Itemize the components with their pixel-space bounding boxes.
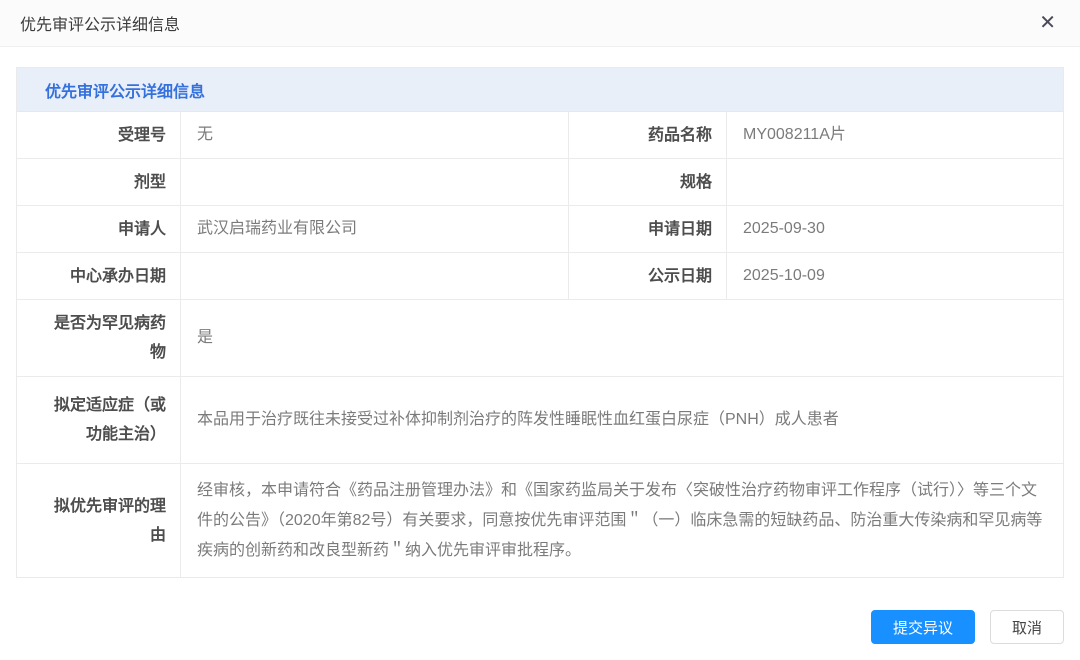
field-value-specification — [727, 159, 1063, 205]
cancel-button[interactable]: 取消 — [990, 610, 1064, 644]
field-label-dosage-form: 剂型 — [17, 159, 181, 205]
table-row: 剂型 规格 — [17, 159, 1063, 206]
field-value-apply-date: 2025-09-30 — [727, 206, 1063, 252]
field-value-reason: 经审核，本申请符合《药品注册管理办法》和《国家药监局关于发布〈突破性治疗药物审评… — [181, 464, 1063, 577]
table-row: 申请人 武汉启瑞药业有限公司 申请日期 2025-09-30 — [17, 206, 1063, 253]
dialog-title: 优先审评公示详细信息 — [20, 11, 180, 35]
field-label-publicity-date: 公示日期 — [569, 253, 727, 299]
field-label-applicant: 申请人 — [17, 206, 181, 252]
field-value-dosage-form — [181, 159, 569, 205]
table-row: 拟定适应症（或功能主治） 本品用于治疗既往未接受过补体抑制剂治疗的阵发性睡眠性血… — [17, 377, 1063, 464]
field-value-acceptance-no: 无 — [181, 112, 569, 158]
table-header: 优先审评公示详细信息 — [17, 68, 1063, 112]
submit-objection-button[interactable]: 提交异议 — [871, 610, 975, 644]
field-label-reason: 拟优先审评的理由 — [17, 464, 181, 577]
detail-table: 优先审评公示详细信息 受理号 无 药品名称 MY008211A片 剂型 规格 申… — [16, 67, 1064, 578]
field-value-indication: 本品用于治疗既往未接受过补体抑制剂治疗的阵发性睡眠性血红蛋白尿症（PNH）成人患… — [181, 377, 1063, 463]
dialog-footer: 提交异议 取消 — [871, 610, 1064, 644]
field-value-drug-name: MY008211A片 — [727, 112, 1063, 158]
field-label-drug-name: 药品名称 — [569, 112, 727, 158]
field-value-rare-disease: 是 — [181, 300, 1063, 376]
field-value-publicity-date: 2025-10-09 — [727, 253, 1063, 299]
field-label-indication: 拟定适应症（或功能主治） — [17, 377, 181, 463]
close-icon[interactable]: ✕ — [1035, 11, 1060, 35]
table-row: 是否为罕见病药物 是 — [17, 300, 1063, 377]
table-header-title: 优先审评公示详细信息 — [45, 78, 205, 102]
field-label-specification: 规格 — [569, 159, 727, 205]
field-label-center-date: 中心承办日期 — [17, 253, 181, 299]
field-value-center-date — [181, 253, 569, 299]
field-label-apply-date: 申请日期 — [569, 206, 727, 252]
table-row: 拟优先审评的理由 经审核，本申请符合《药品注册管理办法》和《国家药监局关于发布〈… — [17, 464, 1063, 577]
field-label-rare-disease: 是否为罕见病药物 — [17, 300, 181, 376]
table-row: 中心承办日期 公示日期 2025-10-09 — [17, 253, 1063, 300]
dialog-header: 优先审评公示详细信息 ✕ — [0, 0, 1080, 47]
table-row: 受理号 无 药品名称 MY008211A片 — [17, 112, 1063, 159]
field-value-applicant: 武汉启瑞药业有限公司 — [181, 206, 569, 252]
field-label-acceptance-no: 受理号 — [17, 112, 181, 158]
